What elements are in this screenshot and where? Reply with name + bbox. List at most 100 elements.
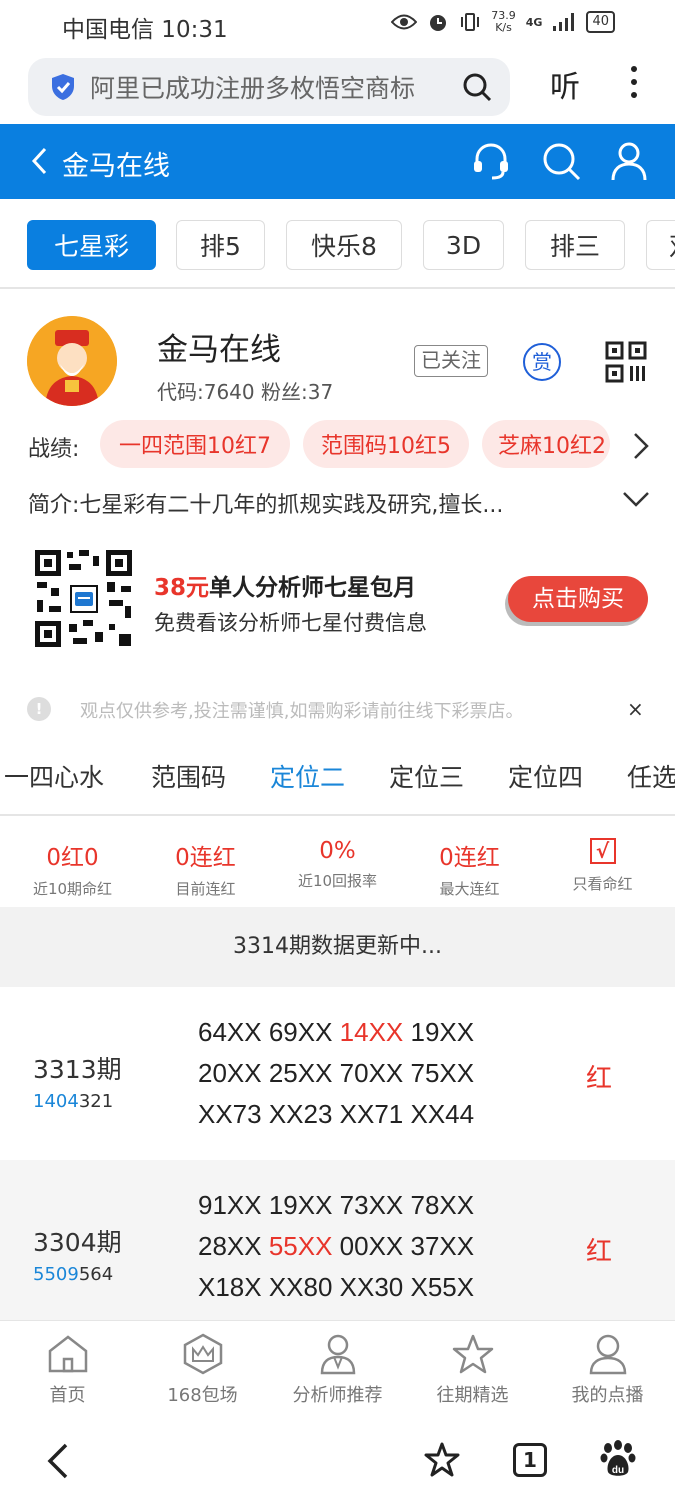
stat-value: 0连红 <box>175 845 236 871</box>
stat-value: 0红0 <box>46 845 99 871</box>
stat-recent-hits: 0红0 近10期命红 <box>5 838 140 899</box>
stat-return-rate: 0% 近10回报率 <box>270 838 405 891</box>
checkbox-checked[interactable]: √ <box>589 838 616 864</box>
tab-dingwei-si[interactable]: 定位四 <box>508 758 583 794</box>
record-row[interactable]: 3304期 5509564 91XX 19XX 73XX 78XX 28XX 5… <box>0 1160 675 1333</box>
analyst-name: 金马在线 <box>157 332 281 368</box>
tab-home[interactable]: 首页 <box>0 1333 135 1407</box>
system-nav-bar: 1 du <box>0 1418 675 1500</box>
tab-dingwei-er[interactable]: 定位二 <box>270 758 345 794</box>
reward-button[interactable]: 赏 <box>523 343 561 381</box>
tab-more[interactable]: 双 <box>646 220 675 270</box>
shield-check-icon <box>52 74 74 100</box>
qr-code-image <box>33 548 134 649</box>
follow-button[interactable]: 已关注 <box>414 345 488 377</box>
chevron-right-icon[interactable] <box>632 432 650 460</box>
eye-icon <box>391 14 418 30</box>
status-bar: 中国电信 10:31 73.9 K/s 4G 40 <box>0 0 675 50</box>
result-badge: 红 <box>586 1237 613 1267</box>
tab-my-picks[interactable]: 我的点播 <box>540 1333 675 1407</box>
tab-label: 往期精选 <box>436 1385 509 1406</box>
result-badge: 红 <box>586 1064 613 1094</box>
status-icons: 73.9 K/s 4G 40 <box>391 10 615 34</box>
battery-indicator: 40 <box>586 11 615 33</box>
promo-title: 38元单人分析师七星包月 <box>154 568 416 602</box>
tab-renxuan[interactable]: 任选 <box>627 758 675 794</box>
filter-hits-only[interactable]: √ 只看命红 <box>535 838 670 894</box>
user-icon[interactable] <box>610 140 648 182</box>
page-title: 金马在线 <box>62 151 170 182</box>
search-icon[interactable] <box>540 140 582 182</box>
update-notice: 3314期数据更新中... <box>0 907 675 987</box>
star-icon <box>452 1334 493 1374</box>
svg-text:du: du <box>612 1465 624 1476</box>
tab-past-picks[interactable]: 往期精选 <box>405 1333 540 1407</box>
baidu-paw-icon[interactable]: du <box>600 1440 636 1478</box>
tab-pai5[interactable]: 排5 <box>176 220 265 270</box>
record-label: 战绩: <box>28 437 80 462</box>
stat-label: 最大连红 <box>439 880 500 898</box>
stat-label: 只看命红 <box>572 875 633 893</box>
stat-value: 0连红 <box>439 845 500 871</box>
category-tabs: 一四心水 范围码 定位二 定位三 定位四 任选 <box>0 740 675 816</box>
close-icon[interactable]: × <box>627 697 644 721</box>
tab-label: 首页 <box>49 1385 86 1406</box>
network-speed: 73.9 K/s <box>491 9 516 34</box>
avatar <box>27 316 117 406</box>
more-menu-icon[interactable] <box>628 66 640 106</box>
avatar-image <box>27 316 117 406</box>
tab-label: 分析师推荐 <box>292 1385 383 1406</box>
promo-subtitle: 免费看该分析师七星付费信息 <box>154 611 427 635</box>
record-chip[interactable]: 范围码10红5 <box>303 420 469 468</box>
headset-icon[interactable] <box>470 140 512 182</box>
crown-icon <box>183 1333 222 1375</box>
record-chip[interactable]: 芝麻10红2 <box>482 420 610 468</box>
network-type: 4G <box>525 15 543 29</box>
lottery-tabs: 七星彩 排5 快乐8 3D 排三 双 <box>0 199 675 289</box>
browser-search-text: 阿里已成功注册多枚悟空商标 <box>90 74 416 103</box>
record-row[interactable]: 3313期 1404321 64XX 69XX 14XX 19XX 20XX 2… <box>0 987 675 1160</box>
tabs-count-button[interactable]: 1 <box>513 1443 547 1477</box>
listen-button[interactable]: 听 <box>550 62 580 106</box>
analyst-intro: 简介:七星彩有二十几年的抓规实践及研究,擅长... <box>28 493 504 518</box>
vibrate-icon <box>461 13 480 31</box>
tab-paisan[interactable]: 排三 <box>525 220 625 270</box>
promo-title-text: 单人分析师七星包月 <box>209 575 417 601</box>
analyst-meta: 代码:7640 粉丝:37 <box>157 380 334 404</box>
stat-label: 近10期命红 <box>32 880 113 898</box>
promo-price: 38元 <box>154 575 210 601</box>
prediction-numbers: 64XX 69XX 14XX 19XX 20XX 25XX 70XX 75XX … <box>198 1017 475 1129</box>
tab-analyst[interactable]: 分析师推荐 <box>270 1333 405 1407</box>
disclaimer-text: 观点仅供参考,投注需谨慎,如需购彩请前往线下彩票店。 <box>80 701 524 722</box>
tab-qixingcai[interactable]: 七星彩 <box>27 220 156 270</box>
prediction-numbers: 91XX 19XX 73XX 78XX 28XX 55XX 00XX 37XX … <box>198 1190 475 1302</box>
back-icon[interactable] <box>46 1442 70 1480</box>
back-icon[interactable] <box>30 146 48 176</box>
browser-search-box[interactable]: 阿里已成功注册多枚悟空商标 <box>28 58 510 116</box>
user-icon <box>589 1334 626 1375</box>
tab-168[interactable]: 168包场 <box>135 1333 270 1407</box>
tab-label: 我的点播 <box>571 1385 644 1406</box>
buy-button[interactable]: 点击购买 <box>508 576 648 622</box>
search-icon[interactable] <box>462 72 492 102</box>
analyst-icon <box>320 1334 355 1375</box>
bookmark-star-icon[interactable] <box>424 1442 460 1478</box>
info-icon: ! <box>27 697 51 721</box>
tab-3d[interactable]: 3D <box>423 220 504 270</box>
tab-yisi-xinshui[interactable]: 一四心水 <box>4 758 104 794</box>
stat-label: 近10回报率 <box>297 872 378 890</box>
tab-fanweima[interactable]: 范围码 <box>151 758 226 794</box>
bottom-tab-bar: 首页 168包场 分析师推荐 往期精选 我的点播 <box>0 1320 675 1418</box>
draw-code: 5509564 <box>33 1264 114 1285</box>
tab-dingwei-san[interactable]: 定位三 <box>389 758 464 794</box>
tab-kuaile8[interactable]: 快乐8 <box>286 220 402 270</box>
app-header: 金马在线 <box>0 124 675 199</box>
qr-code-icon[interactable] <box>605 341 647 383</box>
alarm-icon <box>430 15 447 31</box>
record-chip[interactable]: 一四范围10红7 <box>100 420 290 468</box>
chevron-down-icon[interactable] <box>622 490 650 508</box>
period-number: 3304期 <box>33 1228 122 1257</box>
stat-value: 0% <box>319 838 356 864</box>
signal-icon <box>553 13 575 31</box>
tab-label: 168包场 <box>167 1385 238 1406</box>
